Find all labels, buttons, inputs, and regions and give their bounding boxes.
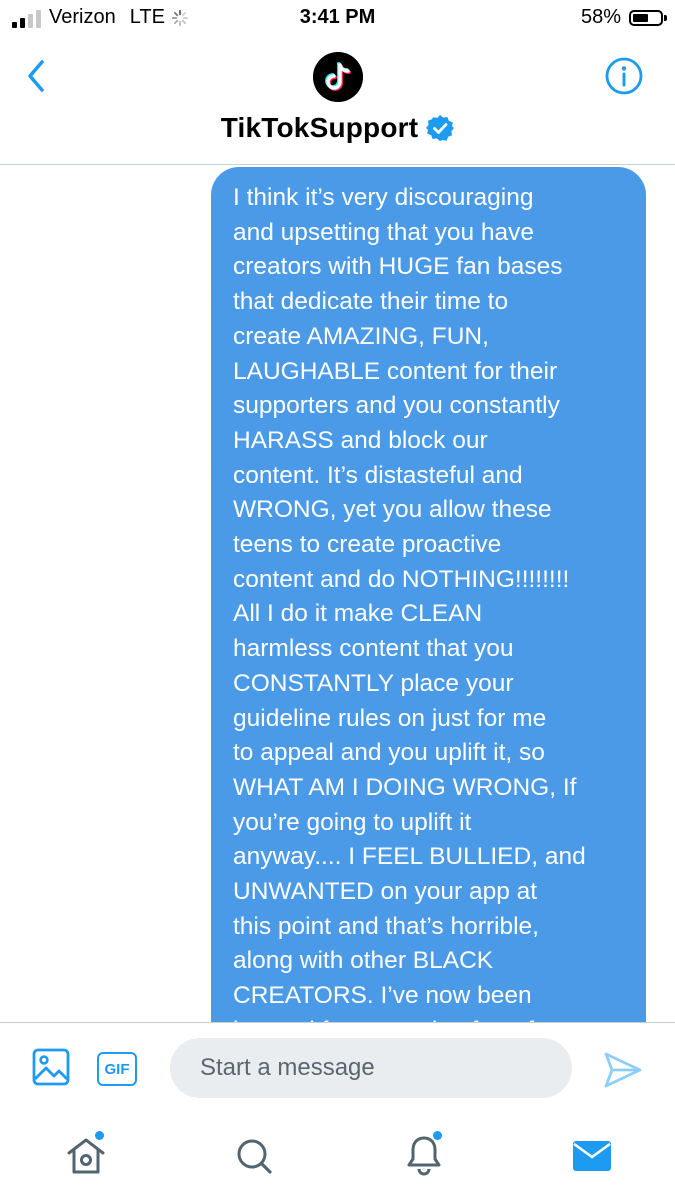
tab-messages[interactable] [570,1132,614,1180]
battery-percent: 58% [580,6,621,28]
battery-icon [629,9,667,26]
info-icon[interactable] [604,56,644,96]
image-icon[interactable] [32,1048,70,1086]
bottom-tab-bar [0,1118,675,1200]
message-bubble-sent[interactable]: I think it’s very discouraging and upset… [211,167,646,1022]
tiktok-logo-icon[interactable] [313,52,363,102]
contact-name: TikTokSupport [220,112,419,143]
contact-name-row[interactable]: TikTokSupport [0,112,675,144]
tab-search[interactable] [232,1132,276,1180]
battery-level [633,13,649,22]
chevron-left-icon[interactable] [18,56,54,96]
send-icon[interactable] [602,1050,644,1090]
notification-dot [433,1131,442,1140]
conversation-header: TikTokSupport [0,38,675,165]
tab-notifications[interactable] [402,1131,446,1180]
status-time: 3:41 PM [299,6,376,28]
gif-button[interactable]: GIF [97,1052,137,1086]
message-input[interactable] [170,1038,572,1098]
verified-badge-icon [426,115,455,141]
status-bar: Verizon LTE 3:41 PM 58% [0,0,675,38]
status-right: 58% [580,6,667,29]
search-icon [237,1139,272,1174]
notification-dot [95,1131,104,1140]
tab-home[interactable] [64,1131,108,1180]
message-text: I think it’s very discouraging and upset… [233,184,586,1022]
message-list[interactable]: I think it’s very discouraging and upset… [0,165,675,1022]
message-composer: GIF [0,1022,675,1119]
mail-icon [573,1141,611,1171]
